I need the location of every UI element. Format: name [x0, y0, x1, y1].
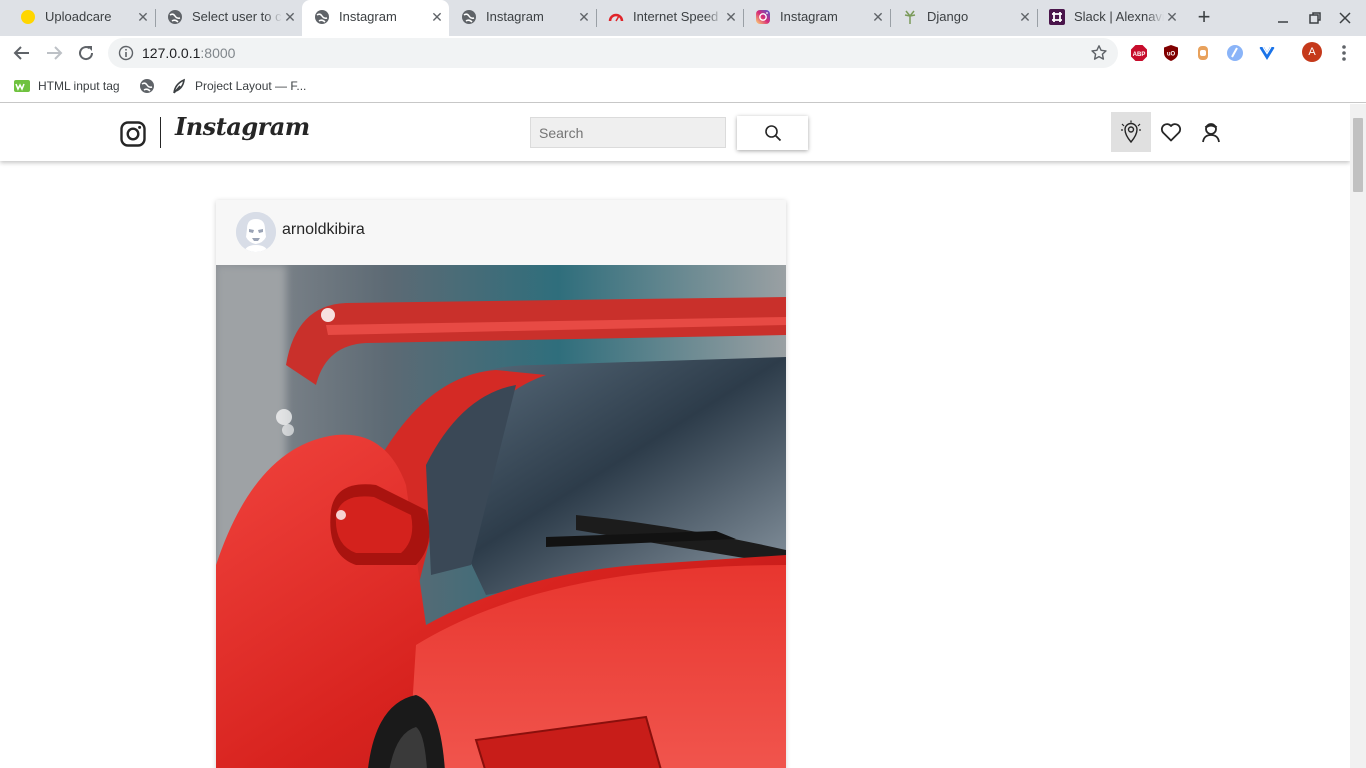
tab-title: Uploadcare [45, 9, 112, 24]
globe-icon [315, 10, 329, 24]
bookmark-project-layout[interactable]: Project Layout — F... [171, 77, 306, 95]
tab-slack[interactable]: Slack | Alexnavi ✕ [1037, 0, 1184, 36]
stormtrooper-avatar-icon [236, 212, 276, 252]
url-text: 127.0.0.1:8000 [142, 45, 235, 61]
tab-strip: Uploadcare ✕ Select user to change ✕ Ins… [0, 0, 1366, 36]
browser-toolbar: 127.0.0.1:8000 ABP uO A [0, 36, 1366, 70]
tab-title: Instagram [486, 9, 544, 24]
speedtest-icon [608, 13, 624, 22]
search-button[interactable] [737, 116, 808, 150]
car-photo [216, 265, 786, 768]
tab-instagram-3[interactable]: Instagram ✕ [743, 0, 891, 36]
tab-instagram-active[interactable]: Instagram ✕ [302, 0, 449, 36]
adblock-plus-icon[interactable]: ABP [1130, 44, 1148, 62]
close-tab-icon[interactable]: ✕ [1164, 9, 1180, 25]
w3schools-icon [14, 80, 30, 92]
tab-uploadcare[interactable]: Uploadcare ✕ [8, 0, 156, 36]
instagram-navbar: Instagram [0, 104, 1350, 161]
globe-icon [462, 10, 476, 24]
info-icon[interactable] [118, 45, 134, 61]
tab-title: Django [927, 9, 969, 24]
more-options-icon[interactable] [1336, 43, 1352, 63]
post-card: arnoldkibira [216, 200, 786, 768]
tab-title: Slack | Alexnavi [1074, 9, 1164, 24]
close-tab-icon[interactable]: ✕ [282, 9, 298, 25]
uploadcare-icon [21, 10, 35, 24]
tab-title: Select user to change [192, 9, 282, 24]
page-scrollbar[interactable] [1350, 104, 1366, 768]
activity-button[interactable] [1151, 112, 1191, 152]
close-tab-icon[interactable]: ✕ [429, 9, 445, 25]
feather-icon [173, 78, 185, 94]
arrow-left-icon [13, 46, 29, 60]
tab-instagram-2[interactable]: Instagram ✕ [449, 0, 597, 36]
back-button[interactable] [10, 41, 34, 65]
bookmark-label: Project Layout — F... [195, 79, 307, 93]
star-icon[interactable] [1090, 44, 1108, 62]
bookmark-html-input-tag[interactable]: HTML input tag [14, 77, 120, 95]
arrow-right-icon [47, 46, 63, 60]
reload-button[interactable] [74, 41, 98, 65]
url-port: :8000 [200, 45, 236, 61]
user-avatar[interactable] [236, 212, 276, 252]
address-bar[interactable]: 127.0.0.1:8000 [108, 38, 1118, 68]
tab-speed-test[interactable]: Internet Speed Test ✕ [596, 0, 744, 36]
new-tab-button[interactable]: + [1192, 6, 1216, 30]
profile-button[interactable] [1191, 112, 1231, 152]
reload-icon [79, 46, 94, 61]
logo-divider [160, 117, 161, 148]
tab-title: Internet Speed Test [633, 9, 723, 24]
instagram-icon [756, 10, 770, 24]
close-tab-icon[interactable]: ✕ [870, 9, 886, 25]
globe-icon [140, 79, 154, 93]
search-icon [764, 125, 781, 142]
bookmarks-bar: HTML input tag Project Layout — F... [0, 70, 1366, 103]
close-tab-icon[interactable]: ✕ [576, 9, 592, 25]
url-host: 127.0.0.1 [142, 45, 201, 61]
instagram-wordmark[interactable]: Instagram [175, 112, 310, 141]
tab-title: Instagram [780, 9, 838, 24]
post-username[interactable]: arnoldkibira [282, 221, 365, 239]
bookmark-globe[interactable] [139, 77, 163, 95]
instagram-logo-icon[interactable] [120, 121, 146, 147]
svg-text:ABP: ABP [1133, 52, 1146, 58]
minimize-icon[interactable] [1273, 8, 1293, 28]
vue-devtools-icon[interactable] [1258, 44, 1276, 62]
django-icon [904, 10, 916, 24]
tab-django[interactable]: Django ✕ [890, 0, 1038, 36]
profile-avatar[interactable]: A [1302, 42, 1322, 62]
close-tab-icon[interactable]: ✕ [135, 9, 151, 25]
explore-icon [1121, 120, 1141, 144]
tab-select-user[interactable]: Select user to change ✕ [155, 0, 302, 36]
ublock-icon[interactable]: uO [1162, 44, 1180, 62]
slack-icon [1049, 9, 1065, 25]
post-image[interactable] [216, 265, 786, 768]
profile-icon [1202, 123, 1220, 143]
forward-button[interactable] [42, 41, 66, 65]
web-page: Instagram arnoldkibi [0, 104, 1350, 768]
scrollbar-thumb[interactable] [1353, 118, 1363, 192]
explore-button[interactable] [1111, 112, 1151, 152]
extension-icon[interactable] [1226, 44, 1244, 62]
close-window-icon[interactable] [1335, 8, 1355, 28]
heart-icon [1160, 123, 1182, 142]
extension-icon[interactable] [1194, 44, 1212, 62]
close-tab-icon[interactable]: ✕ [723, 9, 739, 25]
post-header: arnoldkibira [216, 200, 786, 265]
tab-title: Instagram [339, 9, 397, 24]
bookmark-label: HTML input tag [38, 79, 120, 93]
restore-icon[interactable] [1305, 8, 1325, 28]
close-tab-icon[interactable]: ✕ [1017, 9, 1033, 25]
globe-icon [168, 10, 182, 24]
search-input[interactable] [530, 117, 726, 148]
svg-text:uO: uO [1167, 52, 1176, 58]
